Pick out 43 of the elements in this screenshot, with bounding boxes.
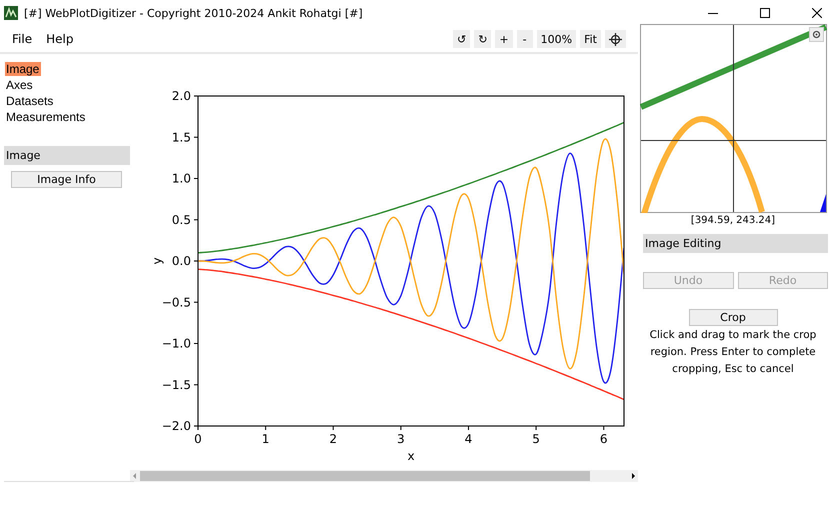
horizontal-scrollbar[interactable] (130, 470, 638, 482)
tick-label: 2.0 (172, 89, 191, 103)
tick-label: 6 (600, 432, 608, 446)
sidebar-item[interactable]: Measurements (5, 110, 88, 124)
toolbar-button[interactable]: - (516, 30, 533, 48)
tick-label: −1.5 (162, 378, 191, 392)
image-info-button[interactable]: Image Info (11, 171, 122, 188)
cursor-coordinates: [394.59, 243.24] (690, 215, 776, 226)
toolbar-button[interactable]: 100% (536, 30, 576, 48)
tick-label: 5 (532, 432, 540, 446)
toolbar-button[interactable]: Fit (580, 30, 601, 48)
tick-label: −1.0 (162, 336, 191, 350)
tick-label: 1.5 (172, 130, 191, 144)
app-icon (4, 6, 18, 20)
crop-button[interactable]: Crop (688, 309, 778, 326)
tick-label: 0.5 (172, 212, 191, 227)
sidebar-item[interactable]: Image (5, 62, 42, 76)
sidebar-item[interactable]: Axes (5, 78, 35, 92)
tick-label: 3 (397, 432, 405, 446)
toolbar-button[interactable]: + (495, 30, 513, 48)
tick-label: 0.0 (172, 254, 191, 268)
tick-label: 1 (262, 432, 270, 446)
tick-label: −0.5 (162, 295, 191, 310)
toolbar-button[interactable]: ↺ (452, 30, 470, 48)
section-header: Image (4, 146, 130, 165)
help-text: Click and drag to mark the crop region. Press Enter to complete cropping, Esc to cancel (648, 328, 818, 377)
menu-item[interactable]: File (12, 32, 32, 46)
section-header: Image Editing (643, 234, 828, 253)
axis-label: x (407, 449, 415, 463)
close-icon[interactable] (812, 8, 822, 18)
maximize-icon[interactable] (760, 8, 770, 18)
tick-label: −2.0 (162, 419, 191, 433)
menu-item[interactable]: Help (46, 32, 74, 46)
tick-label: 4 (464, 432, 472, 446)
axis-label: y (150, 257, 164, 265)
window-title: [#] WebPlotDigitizer - Copyright 2010-2024 Ankit Rohatgi [#] (24, 6, 364, 20)
settings-icon[interactable] (808, 27, 824, 42)
sidebar-item[interactable]: Datasets (5, 94, 56, 108)
tick-label: 0 (194, 432, 202, 446)
tick-label: 1.0 (172, 172, 191, 186)
toolbar-button[interactable]: ↻ (474, 30, 492, 48)
tick-label: 2 (329, 432, 338, 446)
crosshair-icon[interactable] (605, 30, 626, 48)
